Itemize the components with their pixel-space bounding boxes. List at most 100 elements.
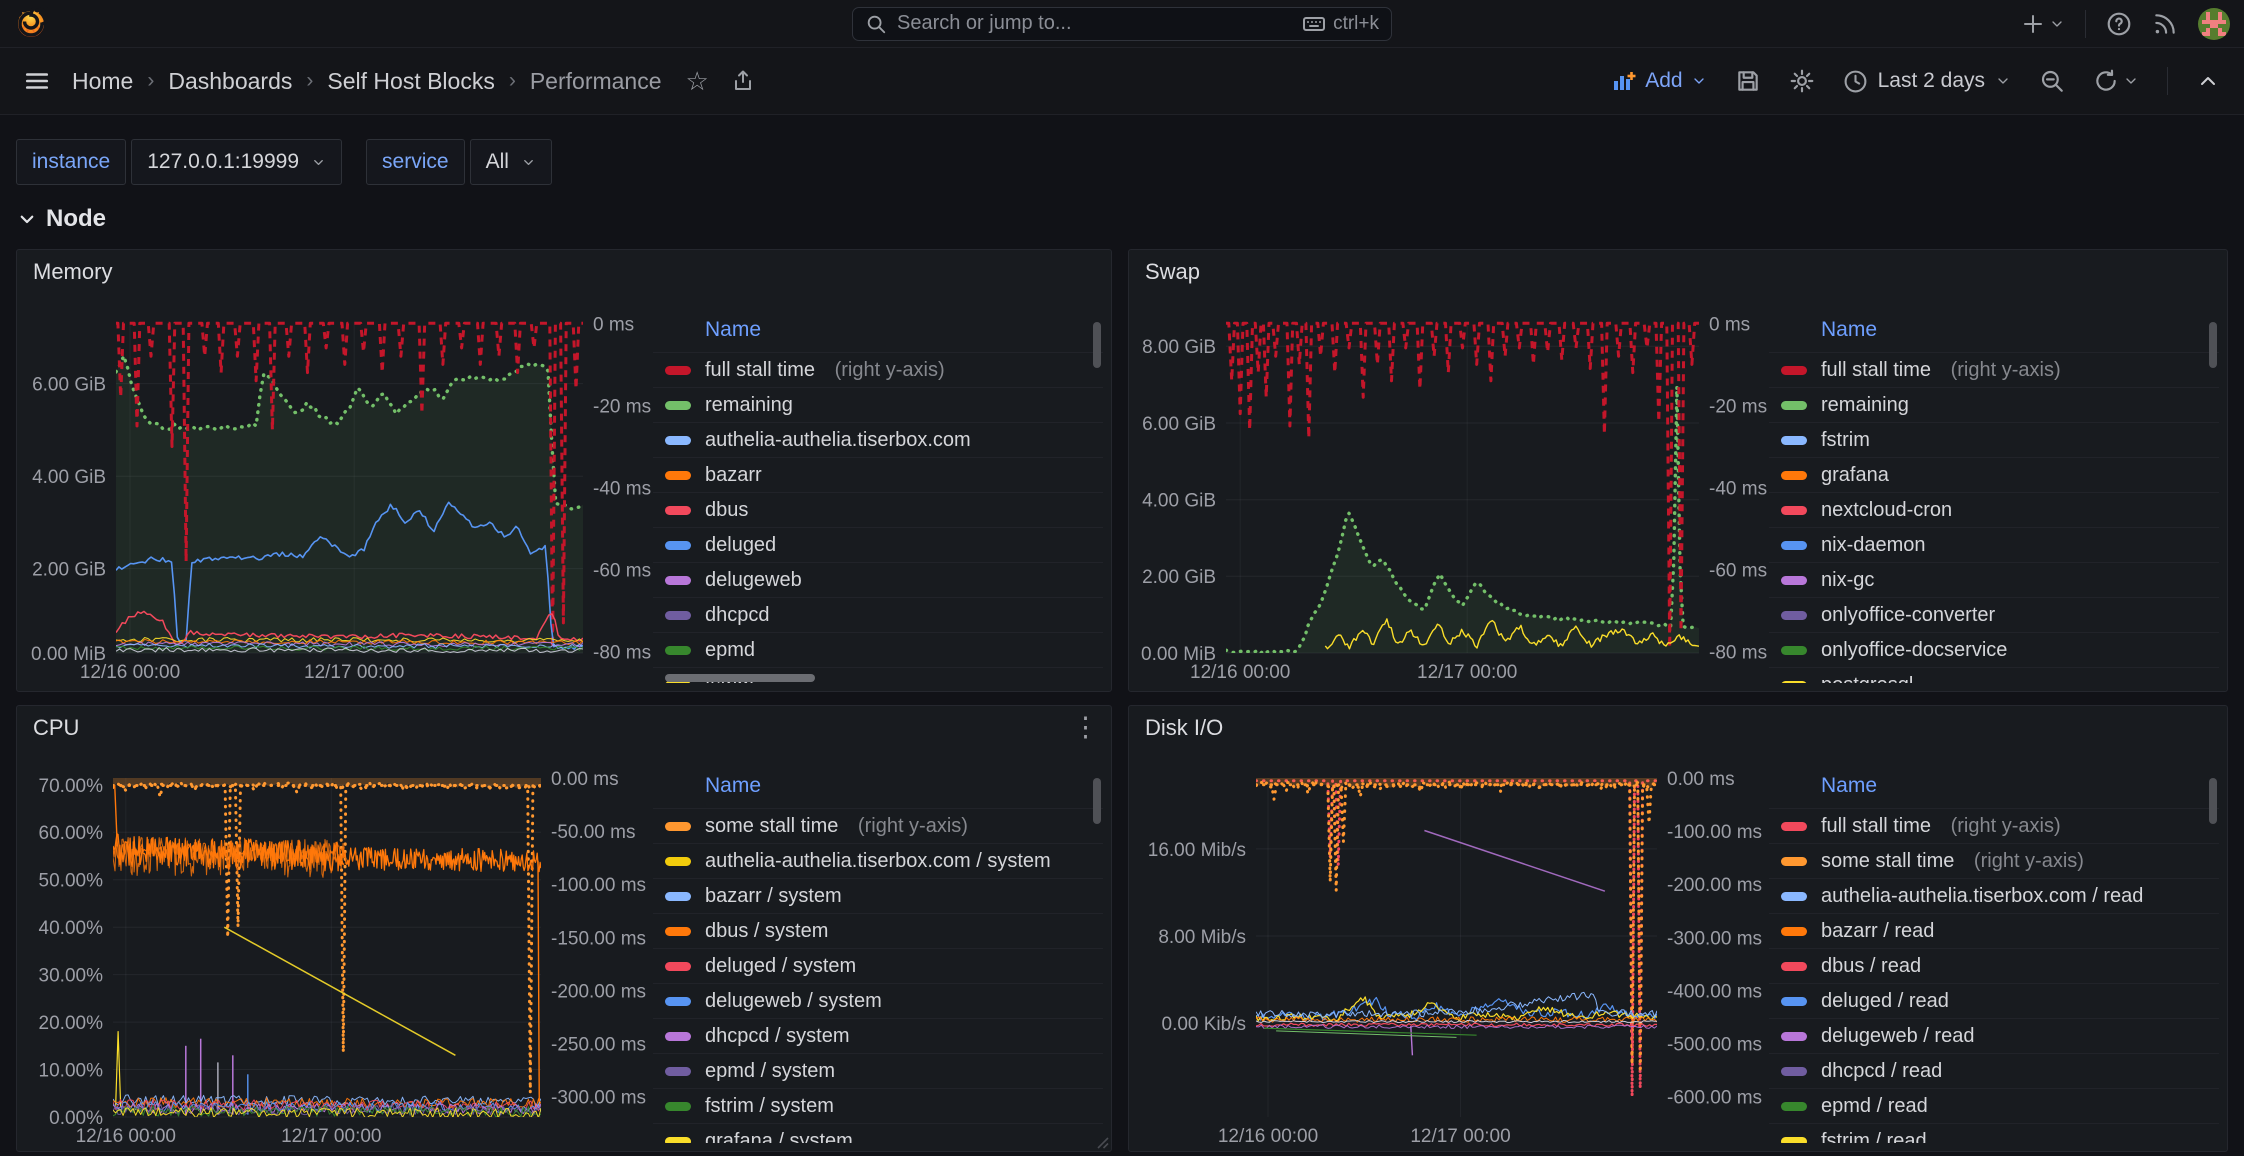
legend-item[interactable]: deluged — [653, 527, 1103, 562]
zoom-out-icon[interactable] — [2039, 68, 2065, 94]
svg-text:0 ms: 0 ms — [1709, 314, 1750, 335]
legend-item[interactable]: deluged / read — [1769, 983, 2219, 1018]
legend-item[interactable]: delugeweb / system — [653, 983, 1103, 1018]
legend-item[interactable]: delugeweb / read — [1769, 1018, 2219, 1053]
series-label: onlyoffice-docservice — [1821, 639, 2007, 662]
legend-item[interactable]: dbus / system — [653, 913, 1103, 948]
swap-chart[interactable]: 8.00 GiB6.00 GiB4.00 GiB2.00 GiB0.00 MiB… — [1141, 294, 1769, 683]
dashboard-settings-icon[interactable] — [1789, 68, 1815, 94]
series-color-pill — [1781, 962, 1807, 971]
legend-item[interactable]: dhcpcd — [653, 597, 1103, 632]
legend-item[interactable]: dbus — [653, 492, 1103, 527]
cpu-chart[interactable]: 70.00%60.00%50.00%40.00%30.00%20.00%10.0… — [29, 750, 653, 1143]
memory-chart[interactable]: 6.00 GiB4.00 GiB2.00 GiB0.00 MiB0 ms-20 … — [29, 294, 653, 683]
series-label: grafana — [1821, 464, 1889, 487]
series-label: remaining — [1821, 394, 1909, 417]
mega-menu-toggle-icon[interactable] — [24, 68, 50, 94]
legend-item[interactable]: fstrim / read — [1769, 1123, 2219, 1143]
legend-item[interactable]: fstrim — [1769, 422, 2219, 457]
series-color-pill — [665, 471, 691, 480]
legend-item[interactable]: remaining — [1769, 387, 2219, 422]
refresh-button[interactable] — [2093, 68, 2139, 94]
breadcrumb-item[interactable]: Self Host Blocks — [327, 68, 494, 95]
add-panel-button[interactable]: Add — [1611, 69, 1706, 93]
legend-horizontal-scrollbar[interactable] — [665, 674, 815, 682]
collapse-topbar-icon[interactable] — [2196, 69, 2220, 93]
legend-item[interactable]: full stall time (right y-axis) — [1769, 808, 2219, 843]
news-button[interactable] — [2152, 11, 2178, 37]
breadcrumb-item[interactable]: Dashboards — [168, 68, 292, 95]
legend-item[interactable]: remaining — [653, 387, 1103, 422]
legend-name-header[interactable]: Name — [653, 318, 1103, 352]
chevron-down-icon — [1995, 73, 2011, 89]
legend-item[interactable]: bazarr — [653, 457, 1103, 492]
variable-label[interactable]: instance — [16, 139, 126, 185]
panel-resize-handle[interactable] — [1096, 1136, 1109, 1149]
legend-item[interactable]: fstrim / system — [653, 1088, 1103, 1123]
svg-text:60.00%: 60.00% — [39, 823, 104, 844]
row-node-toggle[interactable]: Node — [18, 205, 2228, 233]
chevron-down-icon — [18, 210, 36, 228]
legend-item[interactable]: nix-gc — [1769, 562, 2219, 597]
grafana-logo-icon[interactable] — [14, 7, 48, 41]
series-color-pill — [1781, 681, 1807, 684]
series-color-pill — [665, 1137, 691, 1144]
legend-name-header[interactable]: Name — [653, 774, 1103, 808]
legend-item[interactable]: dhcpcd / system — [653, 1018, 1103, 1053]
svg-text:12/16 00:00: 12/16 00:00 — [76, 1126, 176, 1143]
legend-item[interactable]: full stall time (right y-axis) — [1769, 352, 2219, 387]
svg-text:0.00 ms: 0.00 ms — [1667, 769, 1735, 790]
user-avatar[interactable] — [2198, 8, 2230, 40]
legend-item[interactable]: bazarr / read — [1769, 913, 2219, 948]
panel-title[interactable]: CPU — [17, 706, 1111, 750]
variable-value-dropdown[interactable]: All — [470, 139, 552, 185]
legend-item[interactable]: nix-daemon — [1769, 527, 2219, 562]
legend-item[interactable]: nextcloud-cron — [1769, 492, 2219, 527]
save-dashboard-icon[interactable] — [1735, 68, 1761, 94]
legend-item[interactable]: dbus / read — [1769, 948, 2219, 983]
legend-vertical-scrollbar[interactable] — [1093, 778, 1101, 824]
breadcrumb-item[interactable]: Home — [72, 68, 133, 95]
panel-title[interactable]: Memory — [17, 250, 1111, 294]
variable-label[interactable]: service — [366, 139, 465, 185]
legend-item[interactable]: grafana / system — [653, 1123, 1103, 1143]
legend-item[interactable]: dhcpcd / read — [1769, 1053, 2219, 1088]
series-color-pill — [665, 541, 691, 550]
legend-vertical-scrollbar[interactable] — [2209, 322, 2217, 368]
legend-item[interactable]: grafana — [1769, 457, 2219, 492]
legend-name-header[interactable]: Name — [1769, 774, 2219, 808]
panel-title[interactable]: Disk I/O — [1129, 706, 2227, 750]
legend-item[interactable]: epmd / system — [653, 1053, 1103, 1088]
legend-item[interactable]: delugeweb — [653, 562, 1103, 597]
panel-menu-icon[interactable]: ⋮ — [1072, 714, 1099, 741]
legend-item[interactable]: some stall time (right y-axis) — [1769, 843, 2219, 878]
legend-item[interactable]: postgresql — [1769, 667, 2219, 683]
legend-vertical-scrollbar[interactable] — [2209, 778, 2217, 824]
new-button[interactable] — [2021, 12, 2065, 36]
series-label: dbus / read — [1821, 955, 1921, 978]
legend-name-header[interactable]: Name — [1769, 318, 2219, 352]
legend-vertical-scrollbar[interactable] — [1093, 322, 1101, 368]
favorite-star-icon[interactable]: ☆ — [686, 66, 709, 97]
legend-item[interactable]: some stall time (right y-axis) — [653, 808, 1103, 843]
help-button[interactable] — [2106, 11, 2132, 37]
legend-item[interactable]: epmd — [653, 632, 1103, 667]
svg-text:12/16 00:00: 12/16 00:00 — [1218, 1126, 1318, 1143]
legend-item[interactable]: full stall time (right y-axis) — [653, 352, 1103, 387]
legend-item[interactable]: onlyoffice-docservice — [1769, 632, 2219, 667]
legend-item[interactable]: authelia-authelia.tiserbox.com — [653, 422, 1103, 457]
search-input[interactable]: Search or jump to... ctrl+k — [852, 7, 1392, 41]
legend-item[interactable]: authelia-authelia.tiserbox.com / system — [653, 843, 1103, 878]
share-icon[interactable] — [731, 69, 755, 93]
series-color-pill — [1781, 576, 1807, 585]
legend-item[interactable]: epmd / read — [1769, 1088, 2219, 1123]
legend-item[interactable]: authelia-authelia.tiserbox.com / read — [1769, 878, 2219, 913]
legend-item[interactable]: bazarr / system — [653, 878, 1103, 913]
panel-title[interactable]: Swap — [1129, 250, 2227, 294]
variable-value-dropdown[interactable]: 127.0.0.1:19999 — [131, 139, 342, 185]
time-range-picker[interactable]: Last 2 days — [1843, 69, 2011, 94]
legend-item[interactable]: deluged / system — [653, 948, 1103, 983]
disk-io-chart[interactable]: 16.00 Mib/s8.00 Mib/s0.00 Kib/s0.00 ms-1… — [1141, 750, 1769, 1143]
legend-item[interactable]: onlyoffice-converter — [1769, 597, 2219, 632]
variable-service: serviceAll — [366, 139, 552, 185]
